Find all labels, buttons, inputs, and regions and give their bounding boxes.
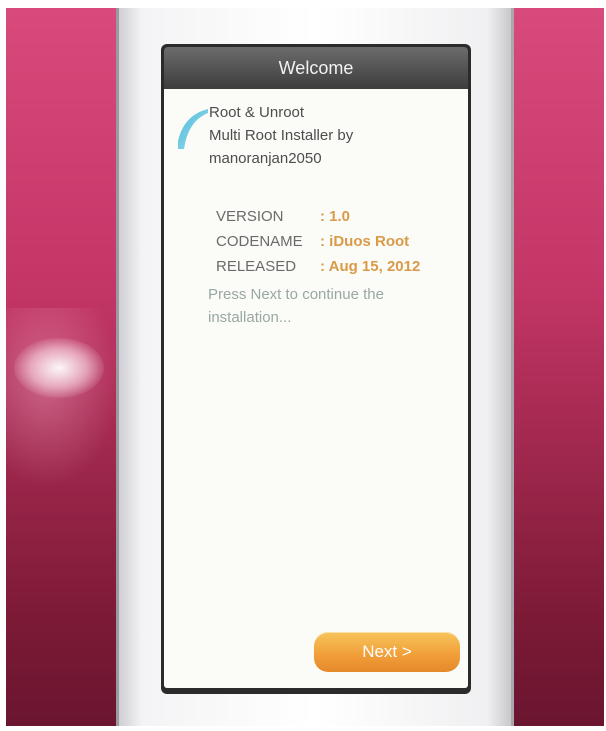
info-label: RELEASED bbox=[216, 258, 297, 275]
dialog-title: Welcome bbox=[278, 57, 354, 78]
info-row-codename: CODENAME : iDuos Root bbox=[216, 229, 420, 254]
info-row-version: VERSION : 1.0 bbox=[216, 204, 420, 229]
info-label: VERSION bbox=[216, 208, 284, 225]
info-value: : 1.0 bbox=[320, 208, 351, 225]
app-title: Root & Unroot Multi Root Installer by ma… bbox=[209, 101, 353, 170]
next-button-label: Next > bbox=[362, 642, 412, 661]
instruction-line: Press Next to continue the bbox=[208, 286, 384, 303]
installer-dialog: Welcome Root & Unroot Multi Root Install… bbox=[161, 44, 471, 694]
dialog-content: Root & Unroot Multi Root Installer by ma… bbox=[164, 89, 468, 688]
info-label: CODENAME bbox=[216, 233, 303, 250]
app-title-line: Multi Root Installer by bbox=[209, 127, 354, 144]
instruction-text: Press Next to continue the installation.… bbox=[208, 283, 438, 329]
next-button[interactable]: Next > bbox=[314, 632, 460, 672]
app-title-line: Root & Unroot bbox=[209, 104, 305, 121]
app-title-line: manoranjan2050 bbox=[209, 150, 322, 167]
phone-device: Welcome Root & Unroot Multi Root Install… bbox=[116, 8, 514, 726]
instruction-line: installation... bbox=[208, 309, 292, 326]
version-info: VERSION : 1.0 CODENAME : iDuos Root RELE… bbox=[216, 204, 420, 279]
light-glare bbox=[14, 338, 104, 398]
info-row-released: RELEASED : Aug 15, 2012 bbox=[216, 254, 420, 279]
quarter-circle-logo-icon bbox=[178, 109, 208, 149]
photo-background: Welcome Root & Unroot Multi Root Install… bbox=[6, 8, 604, 726]
dialog-title-bar: Welcome bbox=[164, 47, 468, 89]
info-value: : Aug 15, 2012 bbox=[320, 258, 421, 275]
light-reflection bbox=[6, 308, 121, 488]
info-value: : iDuos Root bbox=[320, 233, 410, 250]
